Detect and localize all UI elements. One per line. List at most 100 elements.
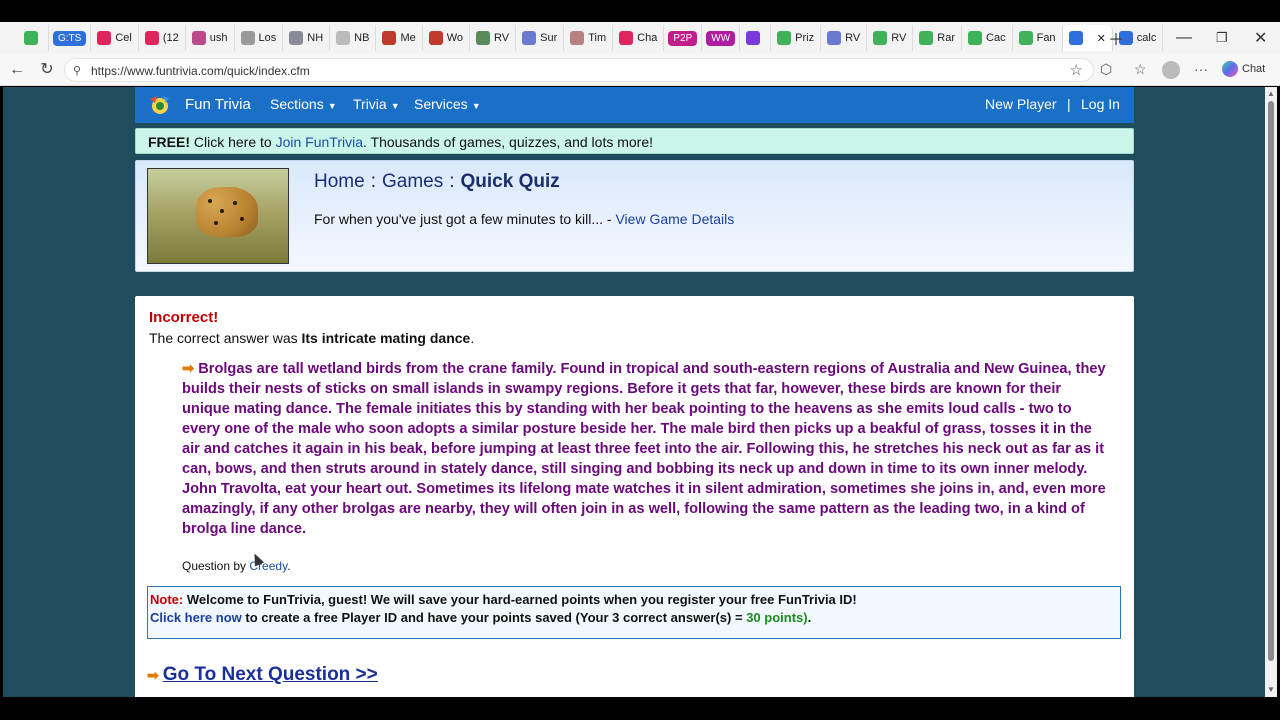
os-bottom-bar xyxy=(0,697,1280,720)
browser-tab[interactable]: NH xyxy=(283,25,331,51)
tab-label: Fan xyxy=(1036,32,1056,44)
chat-label: Chat xyxy=(1242,63,1266,75)
browser-tab[interactable]: Priz xyxy=(771,25,822,51)
browser-tab[interactable]: Cel xyxy=(91,25,139,51)
tab-favicon-icon xyxy=(191,31,206,45)
browser-tab[interactable]: G:TS xyxy=(49,25,92,51)
page-scrollbar[interactable]: ▲ ▼ xyxy=(1265,87,1277,697)
browser-tab[interactable]: Rar xyxy=(913,25,963,51)
browser-tab[interactable]: P2P xyxy=(664,25,703,51)
guest-note: Note: Welcome to FunTrivia, guest! We wi… xyxy=(147,586,1121,639)
breadcrumb-sep: : xyxy=(370,171,376,192)
tab-label: (12 xyxy=(162,32,179,44)
menu-sections[interactable]: Sections ▼ xyxy=(270,96,337,112)
author-suffix: . xyxy=(287,559,291,573)
question-by-prefix: Question by xyxy=(182,559,247,573)
breadcrumb-home[interactable]: Home xyxy=(314,171,365,192)
browser-tab[interactable]: RV xyxy=(821,25,868,51)
scrollbar-thumb[interactable] xyxy=(1268,101,1274,661)
more-menu-icon[interactable]: ··· xyxy=(1194,61,1208,77)
browser-tab[interactable]: Wo xyxy=(423,25,471,51)
page-viewport: Fun Trivia Sections ▼ Trivia ▼ Services ▼ N… xyxy=(3,87,1265,697)
tab-label: Tim xyxy=(588,32,607,44)
tab-label: Me xyxy=(400,32,416,44)
breadcrumb-games[interactable]: Games xyxy=(382,171,443,192)
breadcrumb: Home: Games: Quick Quiz xyxy=(314,171,560,193)
note-line-1: Note: Welcome to FunTrivia, guest! We wi… xyxy=(150,591,1118,609)
refresh-icon[interactable]: ↻ xyxy=(36,60,58,80)
join-banner: FREE! Click here to Join FunTrivia. Thou… xyxy=(135,128,1134,154)
join-funtrivia-link[interactable]: Join FunTrivia xyxy=(276,134,363,150)
tab-favicon-icon xyxy=(428,31,443,45)
scroll-up-icon[interactable]: ▲ xyxy=(1267,89,1275,98)
browser-tab[interactable]: Cac xyxy=(962,25,1013,51)
tab-favicon-icon xyxy=(827,31,842,45)
browser-tab[interactable]: ✕ xyxy=(1062,25,1113,51)
browser-tab[interactable]: Tim xyxy=(564,25,614,51)
browser-tab[interactable]: Me xyxy=(376,25,423,51)
profile-avatar[interactable] xyxy=(1162,61,1180,79)
answer-prefix: The correct answer was xyxy=(149,330,298,346)
new-tab-button[interactable]: ＋ xyxy=(1108,22,1124,54)
menu-services[interactable]: Services ▼ xyxy=(414,96,481,112)
browser-tab[interactable]: Fan xyxy=(1013,25,1063,51)
chevron-down-icon: ▼ xyxy=(390,101,400,111)
tab-label: Cha xyxy=(637,32,658,44)
tab-favicon-icon xyxy=(522,31,537,45)
next-question: ➡ Go To Next Question >> xyxy=(147,664,378,686)
back-icon[interactable]: ← xyxy=(6,60,28,80)
tab-favicon-icon xyxy=(777,31,792,45)
tab-label: ush xyxy=(209,32,228,44)
browser-tab[interactable]: RV xyxy=(470,25,517,51)
minimize-button[interactable]: — xyxy=(1176,22,1192,54)
note-line-2: Click here now to create a free Player I… xyxy=(150,609,1118,627)
tab-favicon-icon xyxy=(619,31,634,45)
browser-tab[interactable]: (12 xyxy=(139,25,186,51)
tab-favicon-icon xyxy=(570,31,585,45)
close-window-button[interactable]: ✕ xyxy=(1254,22,1267,54)
note-label: Note: xyxy=(150,592,184,607)
answer-suffix: . xyxy=(470,330,475,346)
close-tab-icon[interactable]: ✕ xyxy=(1097,32,1106,45)
new-player-link[interactable]: New Player xyxy=(985,96,1057,112)
answer-explanation: ➡ Brolgas are tall wetland birds from the… xyxy=(182,359,1107,539)
copilot-chat-button[interactable]: Chat xyxy=(1222,61,1265,77)
address-bar[interactable]: ⚲ https://www.funtrivia.com/quick/index.… xyxy=(64,58,1094,82)
browser-tab[interactable]: RV xyxy=(867,25,914,51)
view-game-details-link[interactable]: View Game Details xyxy=(615,211,734,227)
tab-label: RV xyxy=(494,32,510,44)
browser-tab[interactable]: Sur xyxy=(516,25,565,51)
points-earned: 30 points) xyxy=(746,610,808,625)
tab-strip: G:TS Cel (12 ush Los NH NB Me Wo RV Sur Tim Cha P2P WW… xyxy=(0,22,1280,54)
restore-button[interactable]: ❐ xyxy=(1216,22,1228,54)
browser-tab[interactable] xyxy=(740,25,772,51)
menu-trivia[interactable]: Trivia ▼ xyxy=(353,96,400,112)
next-question-link[interactable]: Go To Next Question >> xyxy=(163,664,378,685)
breadcrumb-panel: Home: Games: Quick Quiz For when you've ju… xyxy=(135,160,1134,272)
browser-tab[interactable]: Los xyxy=(235,25,284,51)
favorite-star-icon[interactable]: ☆ xyxy=(1070,61,1083,79)
browser-tab[interactable]: WW xyxy=(702,25,741,51)
tagline-text: For when you've just got a few minutes t… xyxy=(314,211,612,227)
tab-favicon-icon xyxy=(336,31,351,45)
url-text[interactable]: https://www.funtrivia.com/quick/index.cf… xyxy=(91,64,310,78)
login-link[interactable]: Log In xyxy=(1081,96,1120,112)
site-brand-link[interactable]: Fun Trivia xyxy=(185,96,251,113)
tab-label: Rar xyxy=(937,32,956,44)
correct-answer: Its intricate mating dance xyxy=(301,330,471,346)
scroll-down-icon[interactable]: ▼ xyxy=(1267,685,1275,694)
tab-favicon-icon xyxy=(240,31,255,45)
banner-pre: Click here to xyxy=(193,134,272,150)
nav-divider: | xyxy=(1067,96,1071,112)
funtrivia-logo-icon[interactable] xyxy=(147,93,173,117)
note-end: . xyxy=(807,610,812,625)
browser-tab[interactable] xyxy=(18,25,49,51)
browser-tab[interactable]: NB xyxy=(330,25,377,51)
site-info-icon[interactable]: ⚲ xyxy=(73,64,81,77)
tab-label: Wo xyxy=(446,32,464,44)
favorites-icon[interactable]: ☆ xyxy=(1134,61,1147,78)
browser-tab[interactable]: Cha xyxy=(613,25,665,51)
click-here-now-link[interactable]: Click here now xyxy=(150,610,242,625)
browser-tab[interactable]: ush xyxy=(186,25,235,51)
extensions-icon[interactable]: ⬡ xyxy=(1100,61,1112,78)
